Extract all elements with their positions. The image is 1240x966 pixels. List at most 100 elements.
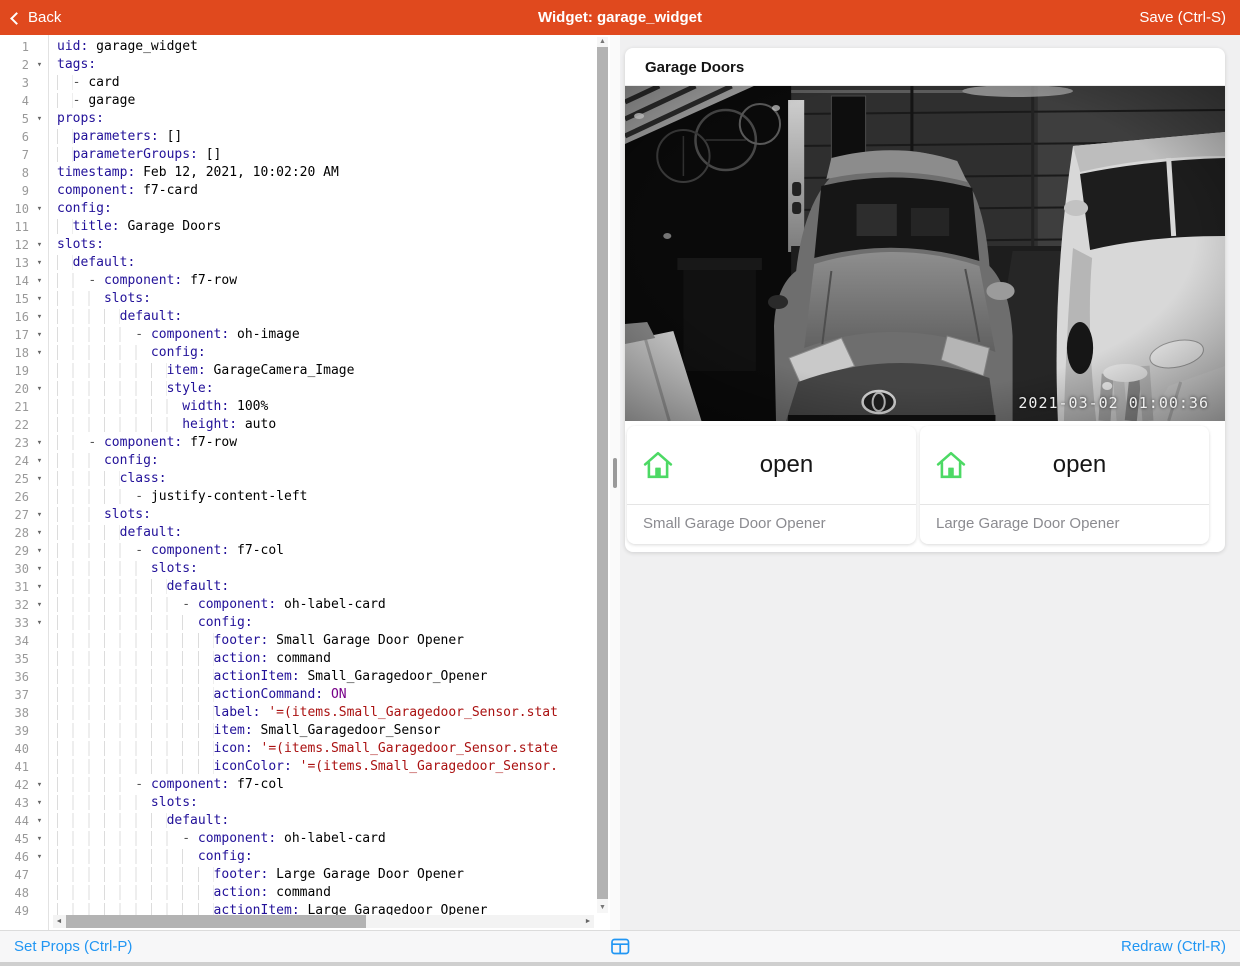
code-line[interactable]: 19 item: GarageCamera_Image [0,362,597,380]
code-line[interactable]: 8timestamp: Feb 12, 2021, 10:02:20 AM [0,164,597,182]
code-token: Small_Garagedoor_Opener [300,669,488,684]
split-view-toggle-button[interactable] [611,938,630,955]
code-line[interactable]: 24▾ config: [0,452,597,470]
code-token: parameters: [73,129,159,144]
code-line[interactable]: 7 parameterGroups: [] [0,146,597,164]
fold-arrow-icon[interactable]: ▾ [31,434,48,452]
code-line[interactable]: 26 - justify-content-left [0,488,597,506]
code-line[interactable]: 41 iconColor: '=(items.Small_Garagedoor_… [0,758,597,776]
code-line[interactable]: 3 - card [0,74,597,92]
code-editor[interactable]: 1uid: garage_widget2▾tags:3 - card4 - ga… [0,35,610,930]
fold-arrow-icon[interactable]: ▾ [31,848,48,866]
code-line[interactable]: 43▾ slots: [0,794,597,812]
code-line[interactable]: 23▾ - component: f7-row [0,434,597,452]
code-line[interactable]: 37 actionCommand: ON [0,686,597,704]
fold-arrow-icon[interactable]: ▾ [31,272,48,290]
scroll-right-icon[interactable]: ► [582,915,594,928]
fold-arrow-icon[interactable]: ▾ [31,290,48,308]
code-line[interactable]: 22 height: auto [0,416,597,434]
code-line[interactable]: 16▾ default: [0,308,597,326]
fold-arrow-icon[interactable]: ▾ [31,236,48,254]
code-line[interactable]: 39 item: Small_Garagedoor_Sensor [0,722,597,740]
fold-arrow-icon[interactable]: ▾ [31,776,48,794]
code-line[interactable]: 13▾ default: [0,254,597,272]
code-line[interactable]: 11 title: Garage Doors [0,218,597,236]
vertical-scrollbar-thumb[interactable] [597,47,608,899]
code-line[interactable]: 32▾ - component: oh-label-card [0,596,597,614]
redraw-button[interactable]: Redraw (Ctrl-R) [1107,938,1240,955]
fold-arrow-icon[interactable]: ▾ [31,812,48,830]
code-token [57,345,151,360]
code-line[interactable]: 27▾ slots: [0,506,597,524]
fold-arrow-icon[interactable]: ▾ [31,830,48,848]
fold-arrow-icon[interactable]: ▾ [31,200,48,218]
vertical-scrollbar[interactable]: ▲ ▼ [597,37,608,913]
pane-resizer-handle[interactable] [613,458,617,488]
horizontal-scrollbar-thumb[interactable] [66,915,366,928]
fold-arrow-icon[interactable]: ▾ [31,110,48,128]
code-line[interactable]: 12▾slots: [0,236,597,254]
fold-arrow-icon[interactable]: ▾ [31,308,48,326]
fold-arrow-icon[interactable]: ▾ [31,380,48,398]
code-line[interactable]: 14▾ - component: f7-row [0,272,597,290]
horizontal-scrollbar[interactable]: ◄ ► [53,915,594,928]
code-line[interactable]: 34 footer: Small Garage Door Opener [0,632,597,650]
back-button[interactable]: Back [0,0,73,35]
scroll-down-icon[interactable]: ▼ [597,903,608,913]
small-garage-door-card[interactable]: open Small Garage Door Opener [627,426,916,544]
code-line[interactable]: 4 - garage [0,92,597,110]
fold-arrow-icon[interactable]: ▾ [31,470,48,488]
code-line[interactable]: 48 action: command [0,884,597,902]
code-token: slots: [151,561,198,576]
code-line[interactable]: 38 label: '=(items.Small_Garagedoor_Sens… [0,704,597,722]
code-line[interactable]: 2▾tags: [0,56,597,74]
fold-arrow-icon[interactable]: ▾ [31,524,48,542]
large-garage-door-card[interactable]: open Large Garage Door Opener [920,426,1209,544]
line-number: 22 [0,416,31,434]
fold-arrow-icon[interactable]: ▾ [31,326,48,344]
code-line[interactable]: 47 footer: Large Garage Door Opener [0,866,597,884]
scroll-left-icon[interactable]: ◄ [53,915,65,928]
code-line[interactable]: 9component: f7-card [0,182,597,200]
code-line[interactable]: 44▾ default: [0,812,597,830]
fold-arrow-icon[interactable]: ▾ [31,794,48,812]
code-line[interactable]: 25▾ class: [0,470,597,488]
fold-arrow-icon[interactable]: ▾ [31,56,48,74]
code-line[interactable]: 18▾ config: [0,344,597,362]
set-props-button[interactable]: Set Props (Ctrl-P) [0,938,146,955]
fold-arrow-icon[interactable]: ▾ [31,578,48,596]
scroll-up-icon[interactable]: ▲ [597,37,608,47]
code-line[interactable]: 15▾ slots: [0,290,597,308]
fold-arrow-icon[interactable]: ▾ [31,614,48,632]
code-line[interactable]: 10▾config: [0,200,597,218]
code-line[interactable]: 35 action: command [0,650,597,668]
code-text: - component: f7-col [48,776,284,794]
code-text: - component: f7-row [48,272,237,290]
code-line[interactable]: 46▾ config: [0,848,597,866]
opener-footer-label: Large Garage Door Opener [920,505,1209,544]
fold-arrow-icon[interactable]: ▾ [31,452,48,470]
fold-arrow-icon[interactable]: ▾ [31,254,48,272]
code-line[interactable]: 30▾ slots: [0,560,597,578]
save-button[interactable]: Save (Ctrl-S) [1125,0,1240,35]
code-line[interactable]: 36 actionItem: Small_Garagedoor_Opener [0,668,597,686]
code-line[interactable]: 42▾ - component: f7-col [0,776,597,794]
code-line[interactable]: 33▾ config: [0,614,597,632]
code-token [57,813,167,828]
code-line[interactable]: 20▾ style: [0,380,597,398]
fold-arrow-icon[interactable]: ▾ [31,344,48,362]
code-line[interactable]: 40 icon: '=(items.Small_Garagedoor_Senso… [0,740,597,758]
code-line[interactable]: 28▾ default: [0,524,597,542]
code-line[interactable]: 21 width: 100% [0,398,597,416]
fold-arrow-icon[interactable]: ▾ [31,596,48,614]
code-line[interactable]: 17▾ - component: oh-image [0,326,597,344]
code-line[interactable]: 5▾props: [0,110,597,128]
code-line[interactable]: 6 parameters: [] [0,128,597,146]
fold-arrow-icon[interactable]: ▾ [31,542,48,560]
code-line[interactable]: 29▾ - component: f7-col [0,542,597,560]
fold-arrow-icon[interactable]: ▾ [31,506,48,524]
code-line[interactable]: 31▾ default: [0,578,597,596]
fold-arrow-icon[interactable]: ▾ [31,560,48,578]
code-line[interactable]: 45▾ - component: oh-label-card [0,830,597,848]
code-line[interactable]: 1uid: garage_widget [0,38,597,56]
